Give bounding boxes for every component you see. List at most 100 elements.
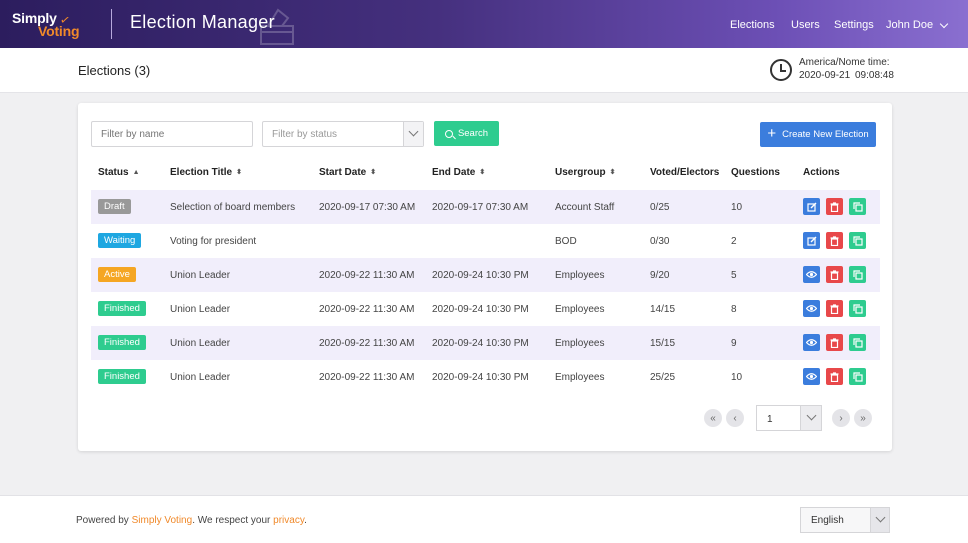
user-name: John Doe: [886, 19, 934, 31]
copy-icon: [852, 303, 863, 314]
privacy-link[interactable]: privacy: [273, 515, 304, 526]
cell-start: 2020-09-22 11:30 AM: [319, 304, 415, 315]
delete-button[interactable]: [826, 368, 843, 385]
search-button[interactable]: Search: [434, 121, 499, 146]
delete-button[interactable]: [826, 334, 843, 351]
table-row: Finished Union Leader 2020-09-22 11:30 AM 2…: [91, 292, 880, 326]
duplicate-button[interactable]: [849, 232, 866, 249]
double-left-icon: «: [710, 412, 716, 424]
chevron-down-icon: [939, 19, 949, 28]
delete-button[interactable]: [826, 266, 843, 283]
table-row: Waiting Voting for president BOD 0/30 2: [91, 224, 880, 258]
chevron-left-icon: ‹: [733, 412, 737, 424]
trash-icon: [830, 269, 839, 280]
col-start-label: Start Date: [319, 167, 367, 178]
cell-usergroup: Employees: [555, 270, 605, 281]
cell-title: Union Leader: [170, 304, 231, 315]
footer-prefix: Powered by: [76, 515, 132, 526]
delete-button[interactable]: [826, 232, 843, 249]
top-navbar: Simply ✓ Voting Election Manager Electio…: [0, 0, 968, 48]
duplicate-button[interactable]: [849, 300, 866, 317]
trash-icon: [830, 371, 839, 382]
sort-icon: ⬍: [236, 169, 242, 176]
duplicate-button[interactable]: [849, 334, 866, 351]
view-button[interactable]: [803, 334, 820, 351]
timezone-time: 09:08:48: [855, 70, 894, 81]
cell-questions: 10: [731, 372, 743, 383]
prev-page-button[interactable]: ‹: [726, 409, 744, 427]
next-page-button[interactable]: ›: [832, 409, 850, 427]
edit-icon: [806, 202, 817, 212]
create-election-button[interactable]: + Create New Election: [760, 122, 876, 147]
user-menu[interactable]: John Doe: [886, 19, 949, 31]
trash-icon: [830, 303, 839, 314]
cell-start: 2020-09-22 11:30 AM: [319, 270, 415, 281]
col-title[interactable]: Election Title ⬍: [170, 167, 242, 178]
cell-questions: 10: [731, 202, 743, 213]
clock-icon: [770, 59, 792, 81]
nav-settings[interactable]: Settings: [834, 19, 874, 31]
col-actions: Actions: [803, 167, 840, 178]
nav-users[interactable]: Users: [791, 19, 820, 31]
status-badge: Finished: [98, 301, 146, 316]
delete-button[interactable]: [826, 300, 843, 317]
copy-icon: [852, 337, 863, 348]
cell-voted: 0/30: [650, 236, 670, 247]
language-select[interactable]: English: [800, 507, 890, 533]
first-page-button[interactable]: «: [704, 409, 722, 427]
nav-elections[interactable]: Elections: [730, 19, 775, 31]
cell-usergroup: BOD: [555, 236, 577, 247]
edit-button[interactable]: [803, 198, 820, 215]
cell-start: 2020-09-22 11:30 AM: [319, 372, 415, 383]
last-page-button[interactable]: »: [854, 409, 872, 427]
duplicate-button[interactable]: [849, 198, 866, 215]
cell-title: Union Leader: [170, 270, 231, 281]
col-start[interactable]: Start Date ⬍: [319, 167, 376, 178]
status-badge: Finished: [98, 369, 146, 384]
sort-icon: ⬍: [479, 169, 486, 176]
row-actions: [803, 368, 866, 385]
trash-icon: [830, 201, 839, 212]
footer-org-link[interactable]: Simply Voting: [132, 515, 193, 526]
edit-button[interactable]: [803, 232, 820, 249]
footer: Powered by Simply Voting. We respect you…: [0, 495, 968, 543]
cell-usergroup: Employees: [555, 338, 605, 349]
col-end-label: End Date: [432, 167, 476, 178]
cell-end: 2020-09-24 10:30 PM: [432, 304, 529, 315]
table-row: Draft Selection of board members 2020-09-1…: [91, 190, 880, 224]
duplicate-button[interactable]: [849, 368, 866, 385]
col-voted-label: Voted/Electors: [650, 167, 720, 178]
footer-text: Powered by Simply Voting. We respect you…: [76, 515, 307, 526]
page-select[interactable]: 1: [756, 405, 822, 431]
view-icon: [806, 270, 817, 279]
sort-icon: ⬍: [370, 169, 377, 176]
view-button[interactable]: [803, 300, 820, 317]
duplicate-button[interactable]: [849, 266, 866, 283]
page-number: 1: [767, 414, 773, 425]
cell-title: Voting for president: [170, 236, 257, 247]
cell-voted: 25/25: [650, 372, 676, 383]
view-icon: [806, 338, 817, 347]
view-button[interactable]: [803, 368, 820, 385]
copy-icon: [852, 269, 863, 280]
simply-voting-logo[interactable]: Simply ✓ Voting: [12, 10, 94, 39]
col-status[interactable]: Status ▲: [98, 167, 140, 178]
row-actions: [803, 300, 866, 317]
filter-name-input[interactable]: [91, 121, 253, 147]
view-button[interactable]: [803, 266, 820, 283]
row-actions: [803, 232, 866, 249]
col-status-label: Status: [98, 167, 129, 178]
status-badge: Draft: [98, 199, 131, 214]
filter-status-select[interactable]: Filter by status: [262, 121, 424, 147]
status-badge: Active: [98, 267, 136, 282]
col-end[interactable]: End Date ⬍: [432, 167, 485, 178]
status-badge: Finished: [98, 335, 146, 350]
cell-voted: 9/20: [650, 270, 670, 281]
cell-questions: 2: [731, 236, 737, 247]
status-badge: Waiting: [98, 233, 142, 248]
timezone-label: America/Nome time:: [799, 57, 890, 68]
copy-icon: [852, 235, 863, 246]
logo-text-voting: Voting: [38, 23, 80, 39]
col-usergroup[interactable]: Usergroup ⬍: [555, 167, 615, 178]
delete-button[interactable]: [826, 198, 843, 215]
